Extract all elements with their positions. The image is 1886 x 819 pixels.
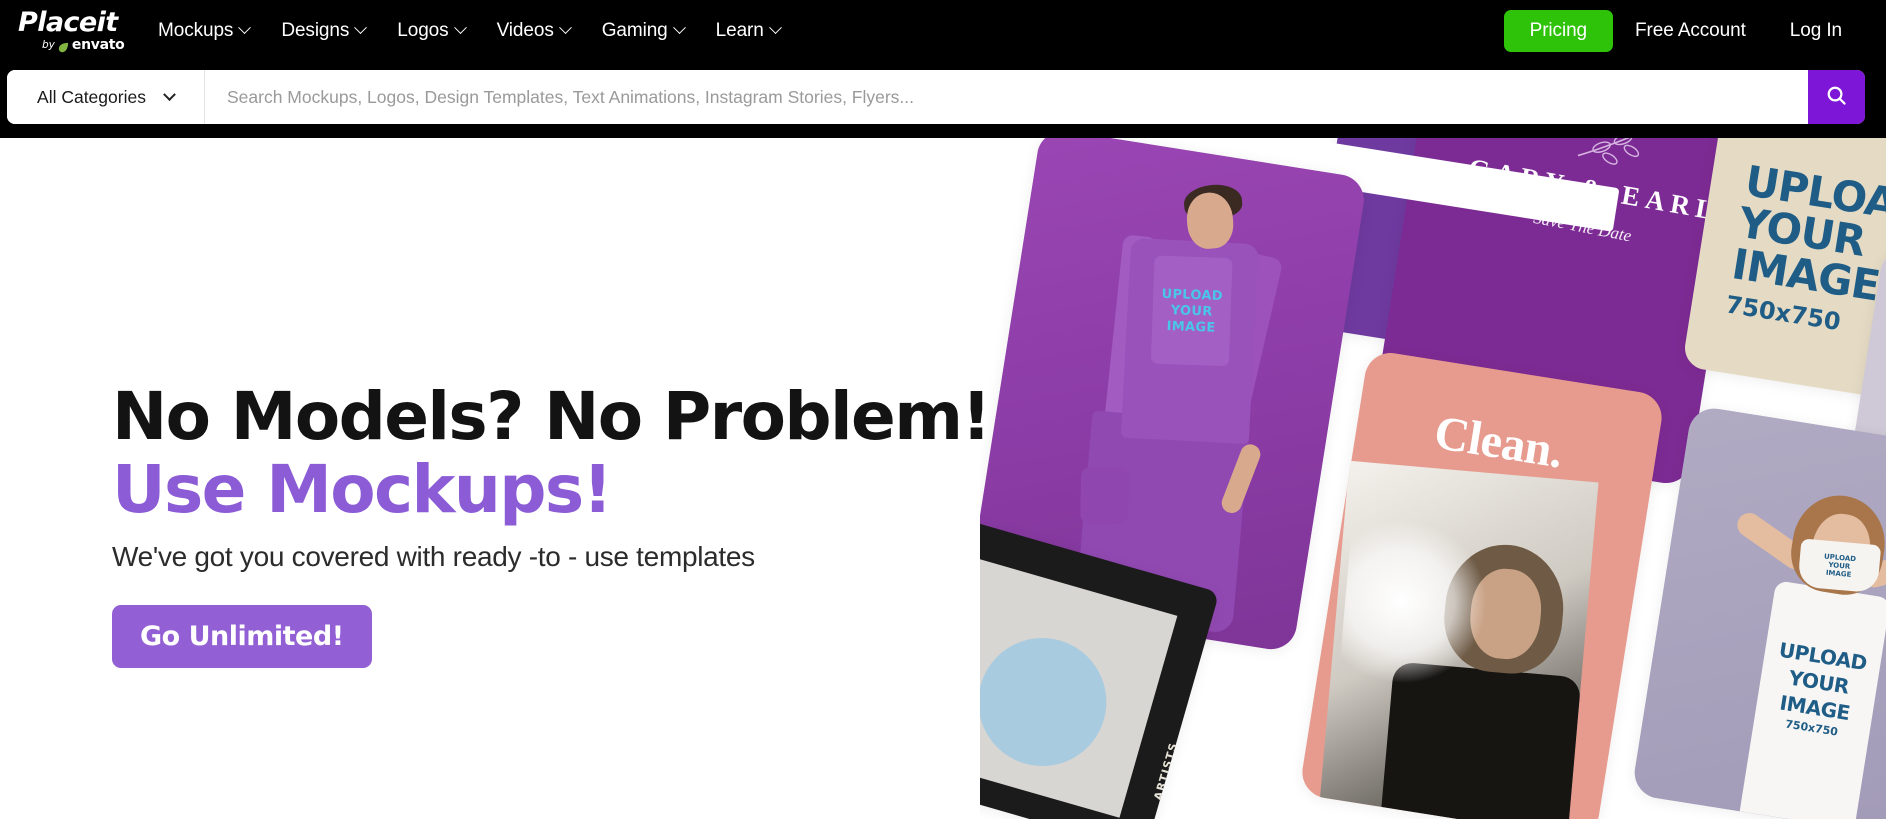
- logo-by-text: by: [42, 38, 55, 51]
- hero-subheading: We've got you covered with ready -to - u…: [112, 541, 755, 572]
- vinyl-circle-graphic: [980, 622, 1122, 782]
- main-menu: Mockups Designs Logos Videos Gaming Lear…: [142, 14, 796, 48]
- placeit-logo[interactable]: Placeit by envato: [16, 8, 125, 54]
- clean-model-torso: [1380, 661, 1582, 819]
- category-dropdown-label: All Categories: [37, 86, 146, 107]
- hero-copy: No Models? No Problem! Use Mockups! We'v…: [112, 378, 991, 668]
- clean-poster-photo: [1318, 460, 1599, 819]
- chevron-down-icon: [768, 21, 782, 35]
- menu-item-learn[interactable]: Learn: [700, 14, 796, 48]
- chevron-down-icon: [672, 21, 686, 35]
- menu-item-mockups[interactable]: Mockups: [142, 14, 265, 48]
- logo-word-main: Place: [18, 6, 97, 38]
- hero-heading-line1: No Models? No Problem!: [112, 378, 991, 455]
- chevron-down-icon: [238, 21, 252, 35]
- menu-item-logos[interactable]: Logos: [381, 14, 480, 48]
- hero-heading-line2: Use Mockups!: [112, 451, 613, 528]
- clean-photo-glow: [1338, 517, 1493, 689]
- top-navigation-bar: Placeit by envato Mockups Designs Logos …: [0, 0, 1886, 61]
- menu-item-label: Logos: [397, 19, 449, 41]
- collage-card-tote-bag[interactable]: UPLOAD YOUR IMAGE 750x750: [1681, 138, 1886, 407]
- leaf-sprig-icon: [1573, 138, 1691, 178]
- menu-item-label: Learn: [715, 19, 764, 41]
- account-actions: Pricing Free Account Log In: [1503, 9, 1864, 52]
- collage-card-clean-poster[interactable]: Clean.: [1298, 349, 1666, 819]
- hero-collage: GARY & EARL Save The Date UPLOAD YOUR IM…: [980, 138, 1886, 819]
- site-header: Placeit by envato Mockups Designs Logos …: [0, 0, 1886, 138]
- tee-line-3: IMAGE: [1166, 318, 1216, 336]
- search-bar: All Categories: [7, 70, 1865, 124]
- mask-model-face-mask: UPLOAD YOUR IMAGE: [1797, 538, 1882, 594]
- menu-item-label: Mockups: [158, 19, 234, 41]
- vinyl-sleeve-inner: [980, 551, 1178, 818]
- free-account-link[interactable]: Free Account: [1613, 12, 1768, 50]
- vinyl-artists-text: ARTISTS: [1151, 740, 1181, 802]
- log-in-link[interactable]: Log In: [1768, 12, 1864, 50]
- menu-item-videos[interactable]: Videos: [481, 14, 586, 48]
- search-input[interactable]: [205, 70, 1808, 124]
- tee-line-2: YOUR: [1170, 302, 1213, 320]
- menu-item-label: Designs: [281, 19, 350, 41]
- search-submit-button[interactable]: [1808, 70, 1865, 124]
- logo-byline: by envato: [42, 36, 125, 53]
- dress-tshirt-print: UPLOAD YOUR IMAGE: [1150, 255, 1233, 367]
- chevron-down-icon: [558, 21, 572, 35]
- chevron-down-icon: [453, 21, 467, 35]
- chevron-down-icon: [354, 21, 368, 35]
- menu-item-label: Gaming: [601, 19, 668, 41]
- hero-section: No Models? No Problem! Use Mockups! We'v…: [0, 138, 1886, 819]
- menu-item-label: Videos: [496, 19, 554, 41]
- tee-line-1: UPLOAD: [1161, 286, 1224, 304]
- clean-poster-label: Clean.: [1430, 405, 1567, 479]
- logo-word-tail: it: [96, 6, 119, 38]
- pricing-button[interactable]: Pricing: [1503, 9, 1614, 52]
- leaf-icon: [58, 40, 69, 53]
- menu-item-gaming[interactable]: Gaming: [586, 14, 700, 48]
- logo-brand-envato: envato: [71, 36, 125, 53]
- logo-wordmark: Placeit: [18, 8, 118, 37]
- search-icon: [1825, 84, 1848, 110]
- chevron-down-icon: [163, 87, 176, 101]
- dress-model-handbag: [1080, 467, 1130, 524]
- mask-line-3: IMAGE: [1825, 568, 1852, 579]
- category-dropdown[interactable]: All Categories: [7, 70, 205, 124]
- tote-bag-text: UPLOAD YOUR IMAGE: [1729, 156, 1886, 314]
- go-unlimited-button[interactable]: Go Unlimited!: [112, 605, 372, 668]
- menu-item-designs[interactable]: Designs: [265, 14, 381, 48]
